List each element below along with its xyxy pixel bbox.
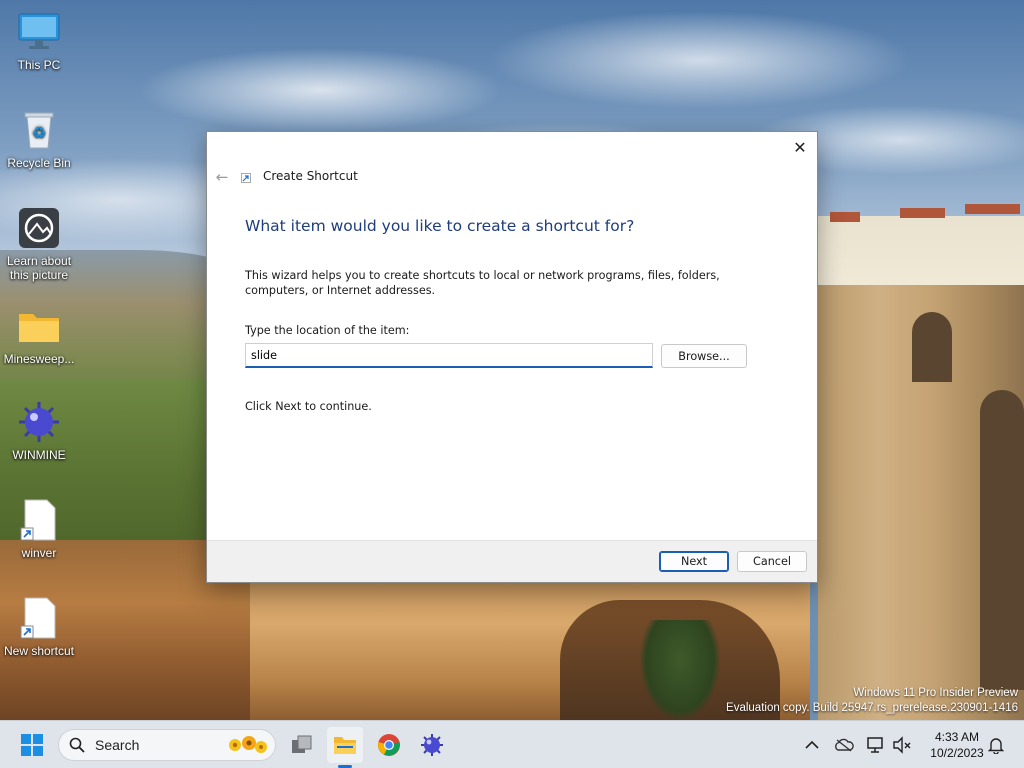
clock-time: 4:33 AM <box>934 730 980 744</box>
close-icon: ✕ <box>793 137 807 157</box>
back-button[interactable]: ← <box>213 168 231 186</box>
create-shortcut-dialog: ✕ ← Create Shortcut What item would you … <box>206 131 818 583</box>
wallpaper-arch <box>980 390 1024 690</box>
recycle-bin-icon: ♻ <box>17 108 61 152</box>
search-icon <box>69 737 85 753</box>
desktop-icon-winver[interactable]: winver <box>0 498 78 560</box>
desktop-icon-new-shortcut[interactable]: New shortcut <box>0 596 78 658</box>
desktop-icon-label: Learn about this picture <box>6 254 72 282</box>
desktop-icon-learn-about-picture[interactable]: Learn about this picture <box>0 206 78 282</box>
browse-button[interactable]: Browse... <box>661 344 747 368</box>
cancel-button[interactable]: Cancel <box>737 551 807 572</box>
wizard-heading: What item would you like to create a sho… <box>245 217 635 235</box>
desktop-icon-label: Minesweep... <box>3 352 75 366</box>
winmine-taskbar-button[interactable] <box>414 727 450 763</box>
clock-date: 10/2/2023 <box>930 746 984 760</box>
start-button[interactable] <box>14 727 50 763</box>
desktop-icon-recycle-bin[interactable]: ♻ Recycle Bin <box>0 108 78 170</box>
back-arrow-icon: ← <box>215 168 229 186</box>
wallpaper-roof <box>900 208 945 218</box>
notifications-button[interactable] <box>986 735 1006 755</box>
learn-picture-icon <box>17 206 61 250</box>
onedrive-tray-button[interactable] <box>834 735 854 755</box>
volume-tray-button[interactable] <box>892 735 912 755</box>
this-pc-icon <box>17 10 61 54</box>
wallpaper-arch <box>912 312 952 382</box>
onedrive-icon <box>835 738 854 752</box>
close-button[interactable]: ✕ <box>789 136 811 158</box>
file-explorer-button[interactable] <box>327 727 363 763</box>
desktop-icon-label: WINMINE <box>12 448 66 462</box>
winmine-icon <box>421 734 443 756</box>
wizard-title: Create Shortcut <box>263 169 358 183</box>
shortcut-wizard-icon <box>241 173 251 183</box>
desktop-icon-label: Recycle Bin <box>7 156 71 170</box>
file-explorer-icon <box>334 737 356 754</box>
windows-watermark: Windows 11 Pro Insider Preview Evaluatio… <box>726 686 1018 716</box>
wizard-description: This wizard helps you to create shortcut… <box>245 269 720 297</box>
folder-icon <box>17 304 61 348</box>
start-icon <box>21 734 43 756</box>
taskbar-clock[interactable]: 4:33 AM 10/2/2023 <box>920 729 994 761</box>
search-label: Search <box>95 737 140 753</box>
volume-muted-icon <box>893 736 911 754</box>
shortcut-file-icon <box>17 498 61 542</box>
dialog-footer: Next Cancel <box>207 540 817 582</box>
continue-hint: Click Next to continue. <box>245 400 372 413</box>
chrome-icon <box>378 734 400 756</box>
desktop-icon-label: This PC <box>17 58 61 72</box>
next-button[interactable]: Next <box>659 551 729 572</box>
network-tray-button[interactable] <box>866 735 886 755</box>
search-highlight-flowers-icon <box>229 736 267 753</box>
notification-bell-icon <box>988 738 1004 754</box>
wallpaper-trees <box>640 620 720 720</box>
task-view-icon <box>292 735 312 753</box>
chrome-button[interactable] <box>371 727 407 763</box>
svg-text:♻: ♻ <box>32 123 46 142</box>
desktop-icon-winmine[interactable]: WINMINE <box>0 400 78 462</box>
chevron-up-icon <box>805 740 819 749</box>
desktop-icon-this-pc[interactable]: This PC <box>0 10 78 72</box>
desktop-icon-label: winver <box>21 546 57 560</box>
wallpaper-roof <box>830 212 860 222</box>
location-input[interactable] <box>245 343 653 368</box>
task-view-button[interactable] <box>284 727 320 763</box>
desktop-icon-minesweeper-folder[interactable]: Minesweep... <box>0 304 78 366</box>
desktop-icon-label: New shortcut <box>3 644 75 658</box>
network-icon <box>867 737 883 753</box>
shortcut-file-icon <box>17 596 61 640</box>
show-hidden-icons-button[interactable] <box>802 735 822 755</box>
taskbar: Search 4:33 AM 10/2/2023 <box>0 720 1024 768</box>
taskbar-search-box[interactable]: Search <box>58 729 276 761</box>
wallpaper-roof <box>965 204 1020 214</box>
location-field-label: Type the location of the item: <box>245 324 410 337</box>
watermark-line-2: Evaluation copy. Build 25947.rs_prerelea… <box>726 702 1018 714</box>
watermark-line-1: Windows 11 Pro Insider Preview <box>853 687 1018 699</box>
mine-icon <box>17 400 61 444</box>
